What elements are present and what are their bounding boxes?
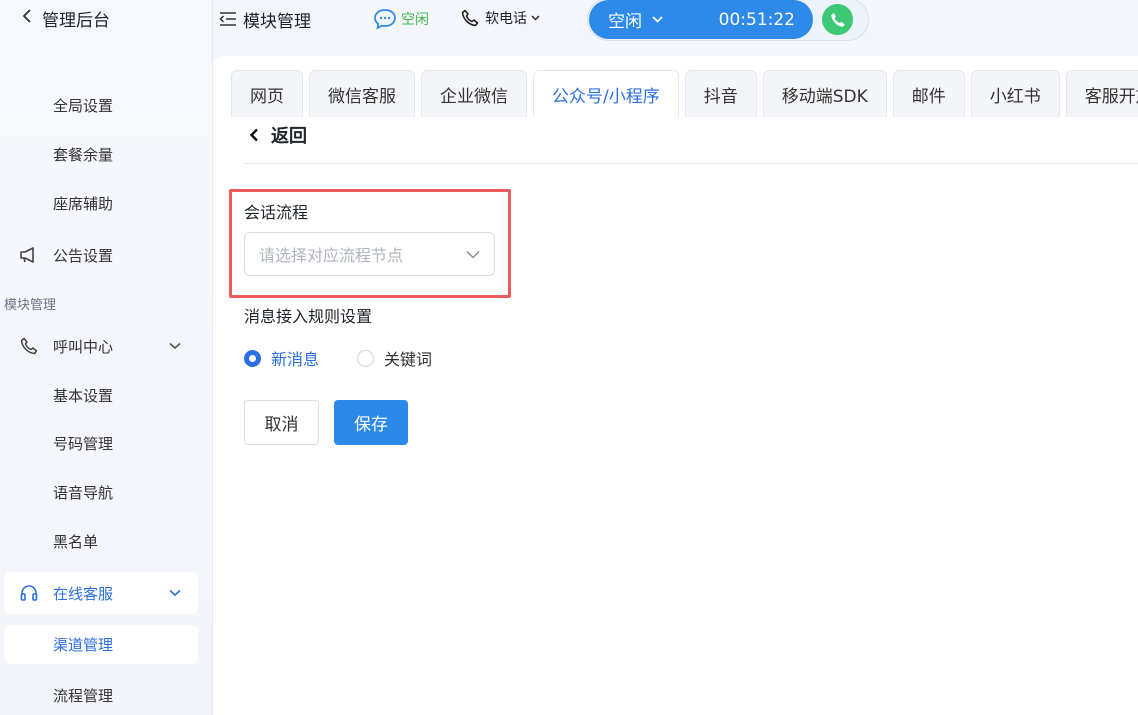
softphone-label: 软电话 <box>485 11 527 27</box>
section-label-module-management: 模块管理 <box>4 298 57 313</box>
back-to-admin-label: 管理后台 <box>42 10 110 31</box>
call-state-label: 空闲 <box>608 12 642 32</box>
sidebar-item-voice-navigation[interactable]: 语音导航 <box>4 471 198 513</box>
message-rule-label: 消息接入规则设置 <box>244 307 373 326</box>
tab-web[interactable]: 网页 <box>231 70 303 117</box>
radio-label: 关键词 <box>384 350 433 369</box>
app-window: 管理后台 全局设置 套餐余量 座席辅助 公告设置 模块管理 呼叫中心 基本设置 … <box>0 0 1138 715</box>
sidebar-item-label: 黑名单 <box>53 532 99 551</box>
agent-status-label: 空闲 <box>401 12 429 28</box>
radio-checked-icon[interactable] <box>244 349 261 367</box>
headset-icon <box>18 582 40 604</box>
back-label: 返回 <box>271 126 307 147</box>
module-title[interactable]: 模块管理 <box>219 7 311 32</box>
radio-new-message[interactable]: 新消息 <box>244 346 319 370</box>
call-state[interactable]: 空闲 <box>608 7 663 32</box>
phone-icon <box>461 9 479 27</box>
save-button[interactable]: 保存 <box>334 400 408 445</box>
session-flow-label: 会话流程 <box>244 203 309 222</box>
tab-douyin[interactable]: 抖音 <box>684 70 757 117</box>
tab-mobile-sdk[interactable]: 移动端SDK <box>762 70 887 117</box>
back-button[interactable]: 返回 <box>249 122 307 148</box>
main-panel: 网页 微信客服 企业微信 公众号/小程序 抖音 移动端SDK 邮件 小红书 客服… <box>213 56 1138 715</box>
sidebar-group-call-center[interactable]: 呼叫中心 <box>4 325 198 367</box>
sidebar-group-label: 在线客服 <box>53 584 114 603</box>
sidebar-item-label: 公告设置 <box>53 246 114 265</box>
sidebar-item-number-management[interactable]: 号码管理 <box>4 422 198 464</box>
tab-official-account-miniprogram[interactable]: 公众号/小程序 <box>533 70 679 117</box>
chevron-down-icon <box>652 13 663 26</box>
sidebar-item-label: 流程管理 <box>53 686 114 705</box>
call-bar: 空闲 00:51:22 <box>587 0 869 41</box>
module-title-label: 模块管理 <box>243 11 311 32</box>
sidebar-item-label: 号码管理 <box>53 434 114 453</box>
sidebar-group-online-service[interactable]: 在线客服 <box>4 572 198 614</box>
sidebar-item-label: 语音导航 <box>53 483 114 502</box>
dial-button[interactable] <box>822 4 853 35</box>
sidebar-item-blacklist[interactable]: 黑名单 <box>4 520 198 562</box>
sidebar-item-flow-management[interactable]: 流程管理 <box>4 674 198 715</box>
chevron-down-icon <box>168 586 182 600</box>
tab-email[interactable]: 邮件 <box>892 70 965 117</box>
chevron-down-icon <box>531 13 540 24</box>
sidebar-item-channel-management[interactable]: 渠道管理 <box>4 625 198 664</box>
divider <box>244 163 1138 164</box>
channel-tabs: 网页 微信客服 企业微信 公众号/小程序 抖音 移动端SDK 邮件 小红书 客服… <box>231 70 1138 117</box>
softphone-dropdown[interactable]: 软电话 <box>461 8 540 28</box>
sidebar-item-label: 基本设置 <box>53 386 114 405</box>
sidebar-item-label: 套餐余量 <box>53 145 114 164</box>
sidebar-item-label: 全局设置 <box>53 96 114 115</box>
chevron-left-icon <box>249 128 259 142</box>
call-state-pill[interactable]: 空闲 00:51:22 <box>589 0 813 39</box>
sidebar-item-basic-settings[interactable]: 基本设置 <box>4 374 198 416</box>
agent-status[interactable]: 空闲 <box>373 8 429 30</box>
message-rule-radio-group: 新消息 关键词 <box>244 346 470 370</box>
call-timer: 00:51:22 <box>718 9 795 30</box>
back-to-admin[interactable]: 管理后台 <box>22 6 110 31</box>
sidebar-item-announcement-settings[interactable]: 公告设置 <box>4 234 198 276</box>
collapse-menu-icon[interactable] <box>219 11 237 27</box>
chevron-left-icon <box>22 8 32 28</box>
megaphone-icon <box>18 244 40 266</box>
sidebar-group-label: 呼叫中心 <box>53 337 114 356</box>
radio-keyword[interactable]: 关键词 <box>357 346 432 370</box>
tab-xiaohongshu[interactable]: 小红书 <box>970 70 1060 117</box>
chevron-down-icon <box>168 339 182 353</box>
session-flow-placeholder: 请选择对应流程节点 <box>259 246 404 265</box>
sidebar: 管理后台 全局设置 套餐余量 座席辅助 公告设置 模块管理 呼叫中心 基本设置 … <box>0 0 213 715</box>
chat-bubble-icon <box>373 8 397 30</box>
tab-wechat-service[interactable]: 微信客服 <box>309 70 415 117</box>
cancel-button[interactable]: 取消 <box>244 400 319 445</box>
session-flow-select[interactable]: 请选择对应流程节点 <box>244 232 495 276</box>
sidebar-item-label: 座席辅助 <box>53 194 114 213</box>
top-bar: 模块管理 空闲 软电话 空闲 00:51:22 <box>213 0 1138 56</box>
sidebar-item-label: 渠道管理 <box>53 636 114 654</box>
radio-label: 新消息 <box>271 350 320 369</box>
sidebar-item-package-balance[interactable]: 套餐余量 <box>4 133 198 175</box>
sidebar-item-agent-assist[interactable]: 座席辅助 <box>4 182 198 224</box>
tab-service-open[interactable]: 客服开放 <box>1065 70 1138 117</box>
phone-icon <box>18 335 40 357</box>
phone-icon <box>830 12 845 27</box>
radio-unchecked-icon[interactable] <box>357 349 375 367</box>
tab-wecom[interactable]: 企业微信 <box>421 70 527 117</box>
sidebar-item-global-settings[interactable]: 全局设置 <box>4 84 198 126</box>
chevron-down-icon <box>466 250 480 259</box>
